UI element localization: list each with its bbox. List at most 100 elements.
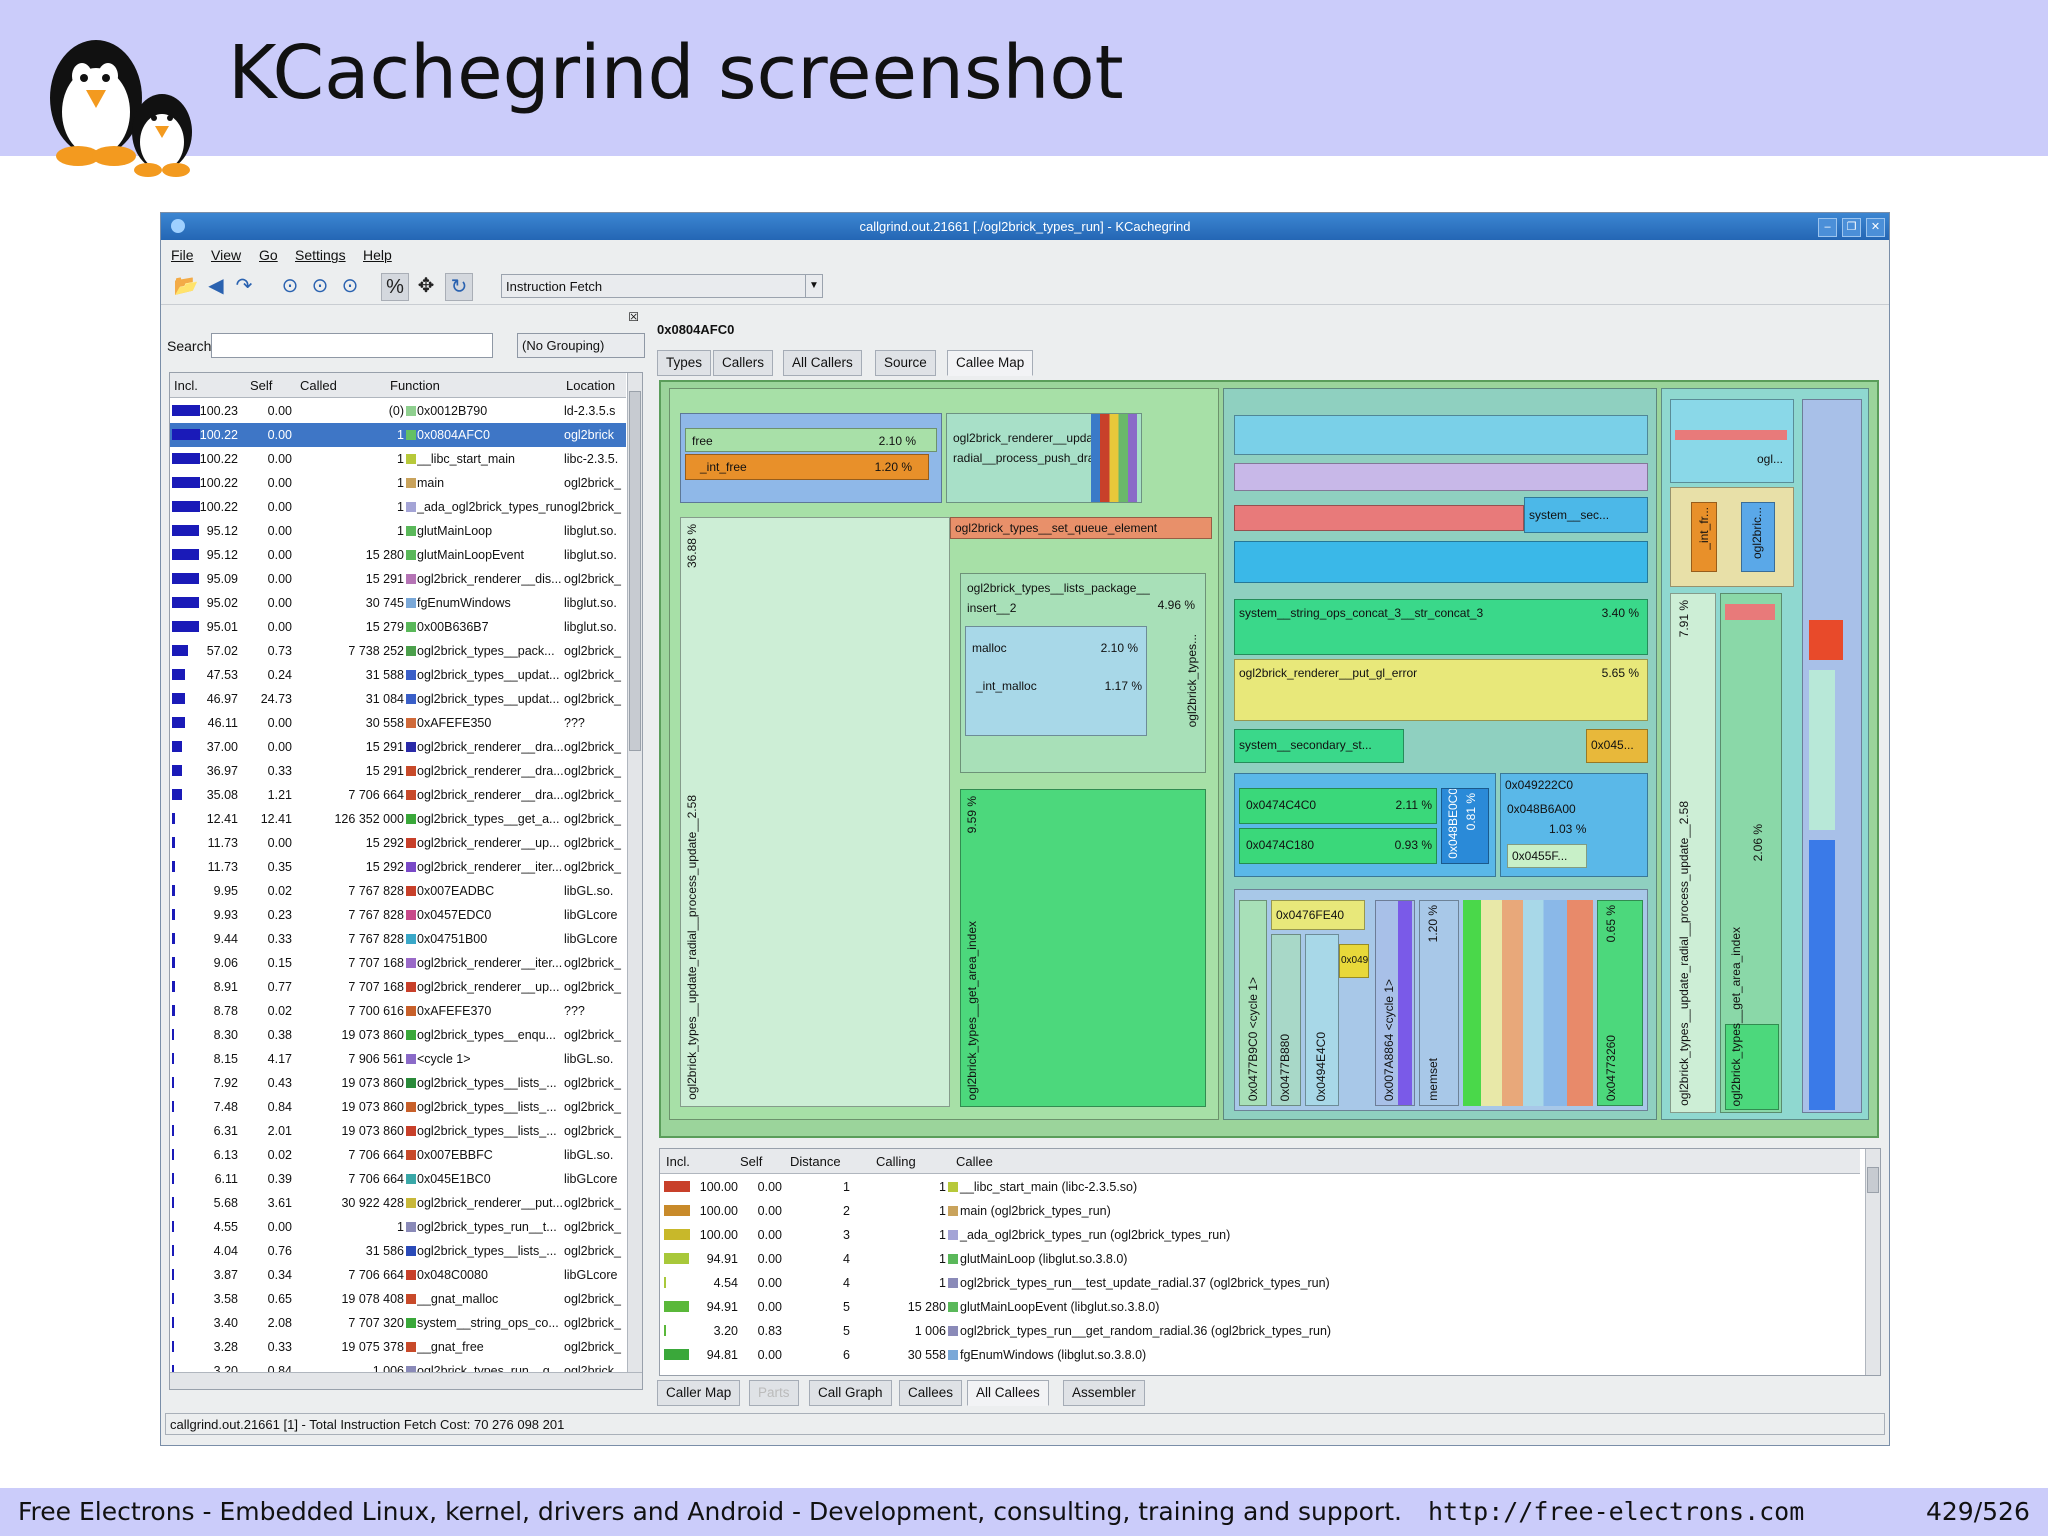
percent-icon[interactable]: % [381, 273, 409, 301]
table-row[interactable]: 9.06 0.15 7 707 168 ogl2brick_renderer__ite… [170, 951, 626, 975]
map-cell-middle[interactable]: system__sec... system__string_ops_concat… [1223, 388, 1657, 1120]
table-row[interactable]: 95.12 0.00 15 280 glutMainLoopEvent libglut.… [170, 543, 626, 567]
table-row[interactable]: 100.22 0.00 1 __libc_start_main libc-2.3.5. [170, 447, 626, 471]
function-list-hscrollbar[interactable] [170, 1372, 642, 1389]
close-icon[interactable]: ✕ [1866, 218, 1885, 237]
map-cell-cycle-block[interactable]: 0x0477B9C0 <cycle 1> 0x0476FE40 0x0477B8… [1234, 889, 1648, 1111]
map-cell-e4c[interactable]: 0x0494E4C0 [1305, 934, 1339, 1106]
table-row[interactable]: 9.44 0.33 7 767 828 0x04751B00 libGLcore [170, 927, 626, 951]
footer-url[interactable]: http://free-electrons.com [1428, 1497, 1804, 1526]
col-incl[interactable]: Incl. [666, 1154, 690, 1169]
table-row[interactable]: 100.22 0.00 1 main ogl2brick_ [170, 471, 626, 495]
map-cell-int-fr[interactable]: _int_fr... [1691, 502, 1717, 572]
map-cell-right[interactable]: ogl... _int_fr... ogl2bric... ogl2brick_… [1661, 388, 1869, 1120]
maximize-icon[interactable]: ❐ [1842, 218, 1861, 237]
map-cell-int-free[interactable]: _int_free 1.20 % [685, 454, 929, 480]
scrollbar-thumb[interactable] [1867, 1167, 1879, 1193]
move-icon[interactable]: ✥ [413, 273, 439, 299]
chevron-down-icon[interactable]: ▼ [805, 275, 822, 297]
table-row[interactable]: 12.41 12.41 126 352 000 ogl2brick_types__ge… [170, 807, 626, 831]
menu-view[interactable]: View [211, 247, 241, 263]
tab-call-graph[interactable]: Call Graph [809, 1380, 892, 1406]
map-cell-update-radial[interactable]: ogl2brick_types__update_radial__process_… [680, 517, 950, 1107]
table-row[interactable]: 8.30 0.38 19 073 860 ogl2brick_types__enqu.… [170, 1023, 626, 1047]
table-row[interactable]: 3.87 0.34 7 706 664 0x048C0080 libGLcore [170, 1263, 626, 1287]
table-row[interactable]: 7.92 0.43 19 073 860 ogl2brick_types__lists… [170, 1071, 626, 1095]
table-row[interactable]: 3.40 2.08 7 707 320 system__string_ops_co..… [170, 1311, 626, 1335]
menu-help[interactable]: Help [363, 247, 392, 263]
map-cell-malloc[interactable]: malloc 2.10 % _int_malloc 1.17 % [965, 626, 1147, 736]
table-row[interactable]: 11.73 0.00 15 292 ogl2brick_renderer__up...… [170, 831, 626, 855]
table-row[interactable]: 6.11 0.39 7 706 664 0x045E1BC0 libGLcore [170, 1167, 626, 1191]
back-icon[interactable]: ◀ [203, 273, 229, 299]
table-row[interactable]: 57.02 0.73 7 738 252 ogl2brick_types__pack.… [170, 639, 626, 663]
map-cell-set-queue[interactable]: ogl2brick_types__set_queue_element [950, 517, 1212, 539]
map-cell-f455[interactable]: 0x0455F... [1507, 844, 1587, 868]
table-row[interactable]: 37.00 0.00 15 291 ogl2brick_renderer__dra..… [170, 735, 626, 759]
table-row[interactable]: 7.48 0.84 19 073 860 ogl2brick_types__lists… [170, 1095, 626, 1119]
open-icon[interactable]: 📂 [173, 273, 199, 299]
table-row[interactable]: 11.73 0.35 15 292 ogl2brick_renderer__iter.… [170, 855, 626, 879]
table-row[interactable]: 4.54 0.00 4 1 ogl2brick_types_run__test_upda… [660, 1271, 1860, 1295]
table-row[interactable]: 100.00 0.00 1 1 __libc_start_main (libc-2.3.… [660, 1175, 1860, 1199]
scrollbar-thumb[interactable] [629, 391, 641, 751]
map-cell-stripe-b[interactable] [1234, 463, 1648, 491]
map-cell-a8864[interactable]: 0x007A8864 <cycle 1> [1375, 900, 1415, 1106]
table-row[interactable]: 95.12 0.00 1 glutMainLoop libglut.so. [170, 519, 626, 543]
map-cell-a049[interactable]: 0x049... [1339, 944, 1369, 978]
table-row[interactable]: 100.23 0.00 (0) 0x0012B790 ld-2.3.5.s [170, 399, 626, 423]
map-cell-right-get-area-block[interactable]: ogl2brick_types__get_area_index 2.06 % [1720, 593, 1782, 1113]
tab-caller-map[interactable]: Caller Map [657, 1380, 741, 1406]
menu-go[interactable]: Go [259, 247, 278, 263]
table-row[interactable]: 6.31 2.01 19 073 860 ogl2brick_types__lists… [170, 1119, 626, 1143]
map-cell-right-strip[interactable] [1802, 399, 1862, 1113]
up-icon[interactable]: ⊙ [277, 273, 303, 299]
table-row[interactable]: 6.13 0.02 7 706 664 0x007EBBFC libGL.so. [170, 1143, 626, 1167]
tab-all-callees[interactable]: All Callees [967, 1380, 1049, 1406]
search-input[interactable] [211, 333, 493, 358]
table-row[interactable]: 94.91 0.00 4 1 glutMainLoop (libglut.so.3.8.… [660, 1247, 1860, 1271]
map-cell-ogl[interactable]: ogl... [1670, 399, 1794, 483]
table-row[interactable]: 3.58 0.65 19 078 408 __gnat_malloc ogl2brick… [170, 1287, 626, 1311]
tab-callers[interactable]: Callers [713, 350, 774, 376]
table-row[interactable]: 100.22 0.00 1 _ada_ogl2brick_types_run ogl2b… [170, 495, 626, 519]
map-cell-c4c0[interactable]: 0x0474C4C0 2.11 % [1239, 788, 1437, 824]
map-cell-a222[interactable]: 0x049222C0 0x048B6A00 1.03 % 0x0455F... [1500, 773, 1648, 877]
map-cell-main[interactable]: free 2.10 % _int_free 1.20 % ogl2brick_r… [669, 388, 1219, 1120]
table-row[interactable]: 95.01 0.00 15 279 0x00B636B7 libglut.so. [170, 615, 626, 639]
map-cell-c180[interactable]: 0x0474C180 0.93 % [1239, 828, 1437, 864]
tab-parts[interactable]: Parts [749, 1380, 799, 1406]
map-cell-free[interactable]: free 2.10 % [685, 428, 937, 452]
map-cell-lists-package[interactable]: ogl2brick_types__lists_package__ insert__… [960, 573, 1206, 773]
col-callee[interactable]: Callee [956, 1154, 993, 1169]
forward-icon[interactable]: ↷ [231, 273, 257, 299]
menu-file[interactable]: File [171, 247, 194, 263]
col-calling[interactable]: Calling [876, 1154, 916, 1169]
table-row[interactable]: 95.02 0.00 30 745 fgEnumWindows libglut.so. [170, 591, 626, 615]
event-type-select[interactable]: Instruction Fetch ▼ [501, 274, 823, 298]
table-row[interactable]: 36.97 0.33 15 291 ogl2brick_renderer__dra..… [170, 759, 626, 783]
minimize-icon[interactable]: – [1818, 218, 1837, 237]
map-cell-stripe-a[interactable] [1234, 415, 1648, 455]
grouping-select[interactable]: (No Grouping) [517, 333, 645, 358]
map-cell-stripe-c[interactable] [1234, 505, 1524, 531]
close-panel-icon[interactable]: ☒ [628, 310, 639, 324]
map-cell-put-gl-error[interactable]: ogl2brick_renderer__put_gl_error 5.65 % [1234, 659, 1648, 721]
table-row[interactable]: 4.55 0.00 1 ogl2brick_types_run__t... ogl2br… [170, 1215, 626, 1239]
table-row[interactable]: 8.15 4.17 7 906 561 <cycle 1> libGL.so. [170, 1047, 626, 1071]
map-cell-right-update[interactable]: ogl2brick_types__update_radial__process_… [1670, 593, 1716, 1113]
table-row[interactable]: 8.91 0.77 7 707 168 ogl2brick_renderer__up.… [170, 975, 626, 999]
table-row[interactable]: 3.28 0.33 19 075 378 __gnat_free ogl2brick_ [170, 1335, 626, 1359]
table-row[interactable]: 35.08 1.21 7 706 664 ogl2brick_renderer__dr… [170, 783, 626, 807]
col-distance[interactable]: Distance [790, 1154, 841, 1169]
map-cell-int-fr-block[interactable]: _int_fr... ogl2bric... [1670, 487, 1794, 587]
table-row[interactable]: 47.53 0.24 31 588 ogl2brick_types__updat...… [170, 663, 626, 687]
menu-settings[interactable]: Settings [295, 247, 346, 263]
table-row[interactable]: 46.11 0.00 30 558 0xAFEFE350??? [170, 711, 626, 735]
tab-assembler[interactable]: Assembler [1063, 1380, 1145, 1406]
tab-types[interactable]: Types [657, 350, 712, 376]
col-called[interactable]: Called [300, 378, 337, 393]
table-row[interactable]: 94.81 0.00 6 30 558 fgEnumWindows (libglut.s… [660, 1343, 1860, 1367]
cost-prev-icon[interactable]: ⊙ [307, 273, 333, 299]
table-row[interactable]: 100.22 0.00 1 0x0804AFC0 ogl2brick [170, 423, 626, 447]
